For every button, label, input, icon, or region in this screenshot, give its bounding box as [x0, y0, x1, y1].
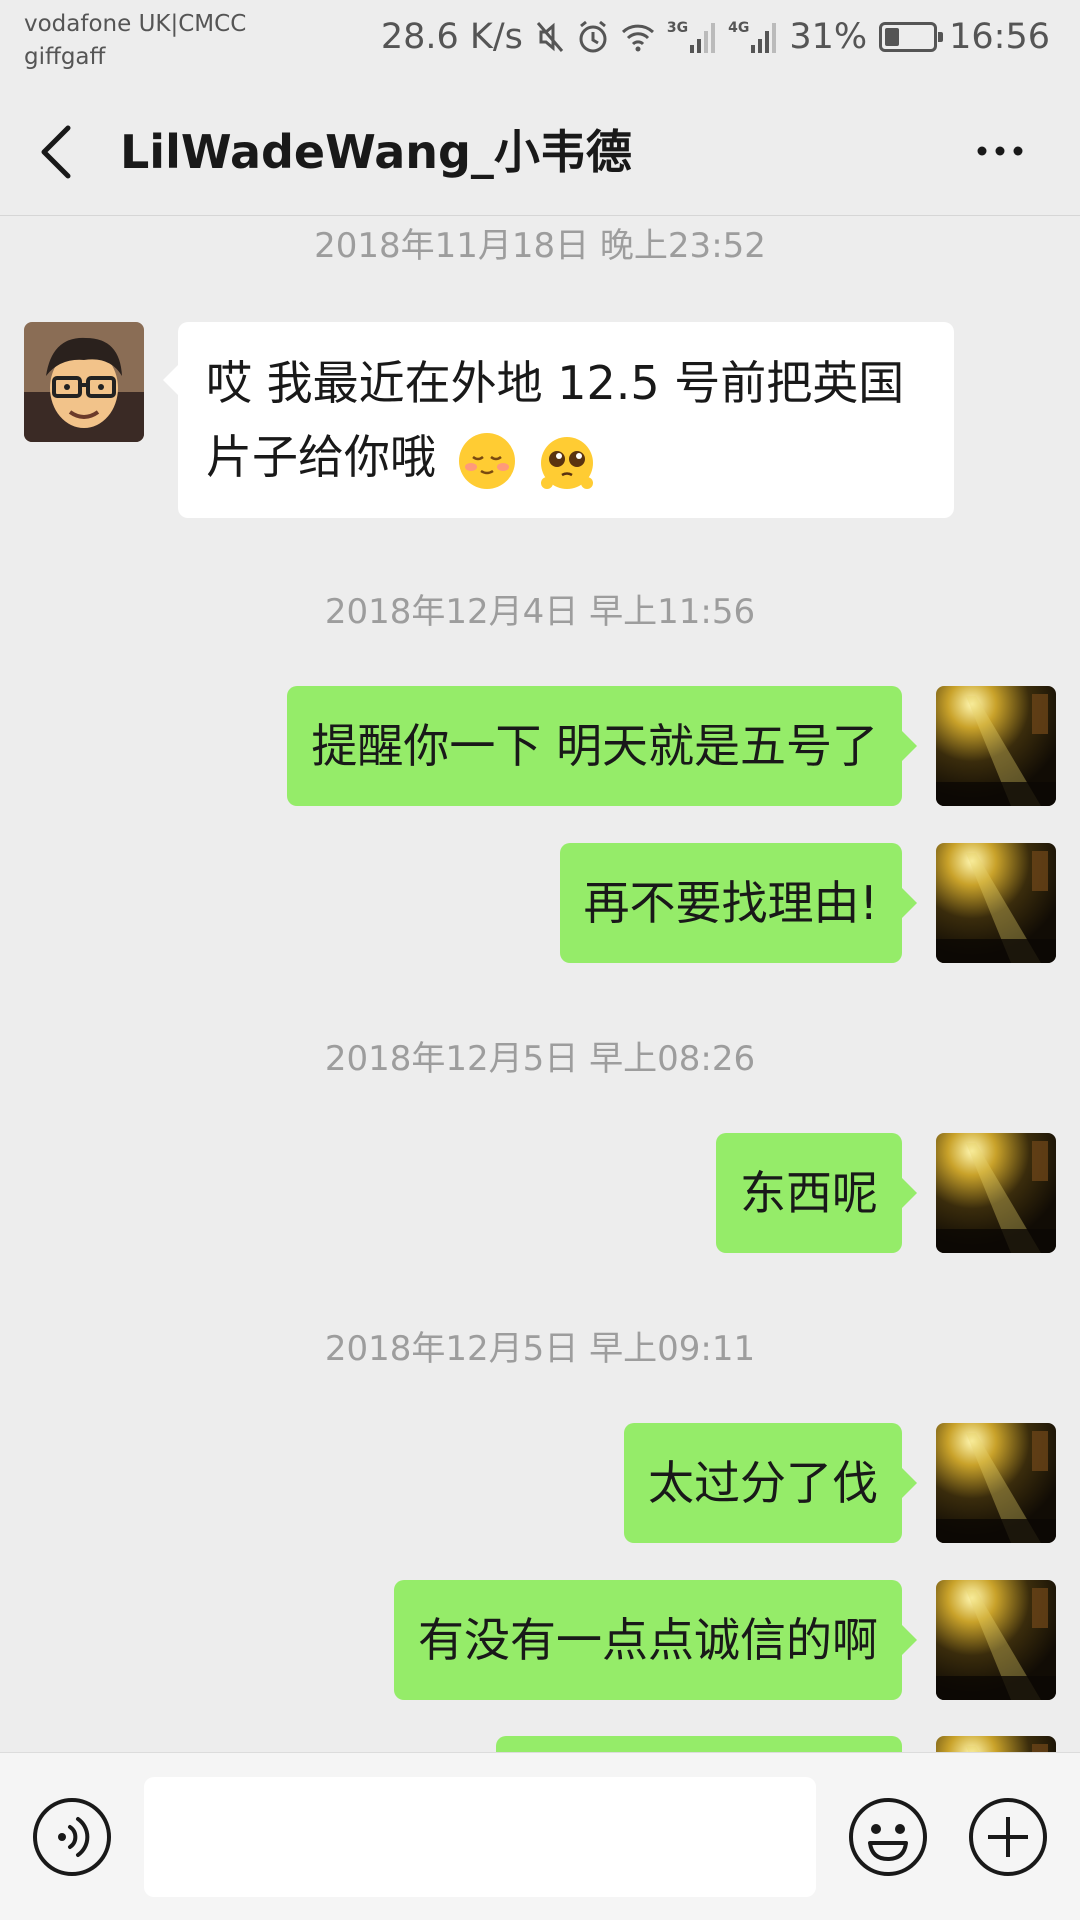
- voice-icon: [33, 1798, 111, 1876]
- more-functions-button[interactable]: [968, 1797, 1048, 1877]
- carrier-line-2: giffgaff: [24, 44, 106, 70]
- outgoing-message-bubble[interactable]: 太过分了伐: [624, 1423, 917, 1543]
- status-icons: 28.6 K/s 3G 4G 31% 16:56: [381, 12, 1050, 62]
- message-text: 有没有一点点诚信的啊: [418, 1613, 878, 1667]
- self-avatar-photo-image: [936, 1133, 1056, 1253]
- self-avatar[interactable]: [936, 686, 1056, 806]
- self-avatar-photo-image: [936, 1580, 1056, 1700]
- self-avatar[interactable]: [936, 1580, 1056, 1700]
- self-avatar-photo-image: [936, 686, 1056, 806]
- back-button[interactable]: [30, 112, 90, 192]
- battery-percent: 31%: [789, 17, 868, 57]
- net-speed: 28.6 K/s: [380, 17, 523, 57]
- self-avatar-photo-image: [936, 1736, 1056, 1752]
- emoji-button[interactable]: [848, 1797, 928, 1877]
- message-text: 再不要找理由!: [583, 876, 878, 930]
- back-arrow-icon: [41, 125, 71, 179]
- message-timestamp: 2018年11月18日 晚上23:52: [314, 226, 766, 266]
- message-timestamp: 2018年12月4日 早上11:56: [324, 592, 756, 632]
- self-avatar[interactable]: [936, 1736, 1056, 1752]
- outgoing-message-bubble[interactable]: 提醒你一下 明天就是五号了: [287, 686, 917, 806]
- clock: 16:56: [949, 17, 1050, 57]
- mute-icon: [536, 22, 563, 52]
- plus-icon: [969, 1798, 1047, 1876]
- net-type-4g: 4G: [728, 20, 750, 36]
- more-button[interactable]: [960, 126, 1040, 176]
- message-timestamp: 2018年12月5日 早上08:26: [324, 1039, 756, 1079]
- contact-avatar[interactable]: [24, 322, 144, 442]
- signal-bars-icon: [690, 23, 716, 53]
- status-bar: vodafone UK|CMCC giffgaff 28.6 K/s 3G 4G…: [0, 0, 1080, 82]
- carrier-info: vodafone UK|CMCC giffgaff: [24, 8, 246, 74]
- more-icon: [977, 146, 1023, 156]
- self-avatar[interactable]: [936, 1133, 1056, 1253]
- self-avatar-photo-image: [936, 1423, 1056, 1543]
- voice-button[interactable]: [32, 1797, 112, 1877]
- message-text: 东西呢: [740, 1166, 878, 1220]
- carrier-line-1: vodafone UK|CMCC: [24, 11, 247, 37]
- avatar-cartoon-image: [24, 322, 144, 442]
- self-avatar-photo-image: [936, 843, 1056, 963]
- message-input-bar: [0, 1752, 1080, 1920]
- self-avatar[interactable]: [936, 843, 1056, 963]
- outgoing-message-bubble[interactable]: 有没有一点点诚信的啊: [394, 1580, 917, 1700]
- wifi-icon: [621, 24, 654, 52]
- outgoing-message-bubble[interactable]: 再不要找理由!: [559, 843, 918, 963]
- chat-header: LilWadeWang_小韦德: [0, 82, 1080, 216]
- incoming-message-bubble[interactable]: 哎 我最近在外地 12.5 号前把英国片子给你哦: [163, 322, 954, 518]
- net-type-3g: 3G: [666, 20, 689, 36]
- relieved-face-emoji: [458, 432, 515, 489]
- chat-title: LilWadeWang_小韦德: [120, 125, 632, 179]
- emoji-icon: [849, 1798, 927, 1876]
- alarm-icon: [579, 20, 607, 53]
- message-timestamp: 2018年12月5日 早上09:11: [324, 1329, 756, 1369]
- battery-fill: [885, 28, 900, 46]
- self-avatar[interactable]: [936, 1423, 1056, 1543]
- battery-icon: [879, 22, 944, 52]
- message-text: 提醒你一下 明天就是五号了: [311, 719, 878, 773]
- message-text: 太过分了伐: [648, 1456, 878, 1510]
- signal-4g: 4G: [728, 21, 777, 53]
- signal-3g: 3G: [667, 21, 716, 53]
- outgoing-message-bubble[interactable]: 东西呢: [716, 1133, 917, 1253]
- signal-bars-icon: [751, 23, 777, 53]
- message-input[interactable]: [144, 1777, 816, 1897]
- pleading-face-emoji: [541, 436, 594, 489]
